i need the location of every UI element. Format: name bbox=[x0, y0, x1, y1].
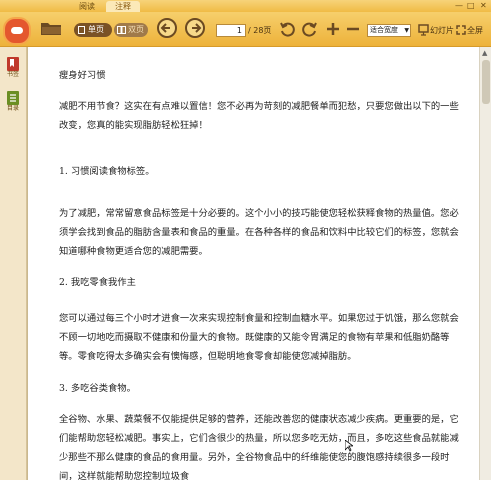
next-page-button[interactable] bbox=[185, 18, 205, 38]
rotate-right-icon[interactable] bbox=[302, 21, 318, 37]
rotate-left-icon[interactable] bbox=[279, 21, 295, 37]
tab-annotate[interactable]: 注释 bbox=[106, 1, 140, 12]
section-1-paragraph: 为了减肥，常常留意食品标签是十分必要的。这个小小的技巧能使您轻松获释食物的热量值… bbox=[59, 208, 459, 257]
tab-read[interactable]: 阅读 bbox=[70, 1, 104, 12]
toc-icon bbox=[7, 91, 19, 105]
sidebar-item-toc[interactable]: 目录 bbox=[3, 91, 23, 113]
minimize-button[interactable]: — bbox=[455, 0, 463, 12]
sidebar: 书签 目录 bbox=[0, 47, 27, 480]
single-page-button[interactable]: 单页 bbox=[74, 23, 112, 37]
close-button[interactable]: ✕ bbox=[480, 0, 487, 12]
double-page-label: 双页 bbox=[128, 25, 144, 34]
bookmark-icon bbox=[7, 57, 19, 71]
reader-window: 阅读 注释 — □ ✕ 单页 双页 1 / 28页 适合宽度 ▼ 幻灯片 全屏 bbox=[0, 0, 491, 480]
single-page-icon bbox=[78, 26, 85, 34]
section-3-heading: 3. 多吃谷类食物。 bbox=[59, 383, 136, 394]
scrollbar-thumb[interactable] bbox=[482, 60, 490, 104]
vertical-scrollbar[interactable]: ▲ bbox=[479, 47, 491, 480]
section-3-paragraph: 全谷物、水果、蔬菜餐不仅能提供足够的营养，还能改善您的健康状态减少疾病。更重要的… bbox=[59, 414, 459, 480]
app-logo-icon[interactable] bbox=[3, 17, 31, 45]
double-page-icon bbox=[117, 26, 126, 34]
sidebar-item-bookmarks[interactable]: 书签 bbox=[3, 57, 23, 79]
maximize-button[interactable]: □ bbox=[467, 0, 475, 12]
scroll-up-icon[interactable]: ▲ bbox=[482, 49, 487, 57]
zoom-out-icon[interactable] bbox=[346, 22, 360, 36]
arrow-left-icon bbox=[160, 23, 170, 33]
slideshow-button[interactable]: 幻灯片 bbox=[430, 24, 454, 37]
page-count: / 28页 bbox=[248, 26, 272, 35]
sidebar-item-label: 目录 bbox=[6, 105, 19, 112]
section-1-heading: 1. 习惯阅读食物标签。 bbox=[59, 166, 155, 177]
chevron-down-icon: ▼ bbox=[404, 27, 409, 34]
open-folder-icon[interactable] bbox=[40, 20, 62, 36]
section-2-heading: 2. 我吃零食我作主 bbox=[59, 277, 136, 288]
document-title: 瘦身好习惯 bbox=[59, 70, 106, 81]
previous-page-button[interactable] bbox=[157, 18, 177, 38]
fit-mode-value: 适合宽度 bbox=[370, 26, 398, 34]
single-page-label: 单页 bbox=[88, 25, 104, 34]
mouse-cursor-icon bbox=[345, 440, 353, 452]
fullscreen-button[interactable]: 全屏 bbox=[467, 24, 483, 37]
intro-paragraph: 减肥不用节食？这实在有点难以置信！您不必再为苛刻的减肥餐单而犯愁，只要您做出以下… bbox=[59, 101, 459, 131]
section-2-paragraph: 您可以通过每三个小时才进食一次来实现控制食量和控制血糖水平。如果您过于饥饿，那么… bbox=[59, 313, 459, 362]
document-page[interactable]: 瘦身好习惯 减肥不用节食？这实在有点难以置信！您不必再为苛刻的减肥餐单而犯愁，只… bbox=[27, 47, 480, 480]
slideshow-icon[interactable] bbox=[418, 24, 429, 36]
zoom-in-icon[interactable] bbox=[326, 22, 340, 36]
sidebar-item-label: 书签 bbox=[6, 71, 19, 78]
tab-strip: 阅读 注释 — □ ✕ bbox=[0, 0, 491, 12]
fullscreen-icon[interactable] bbox=[456, 25, 466, 35]
arrow-right-icon bbox=[192, 23, 202, 33]
page-number-input[interactable]: 1 bbox=[216, 24, 246, 37]
double-page-button[interactable]: 双页 bbox=[114, 23, 148, 37]
fit-mode-select[interactable]: 适合宽度 ▼ bbox=[367, 24, 411, 37]
